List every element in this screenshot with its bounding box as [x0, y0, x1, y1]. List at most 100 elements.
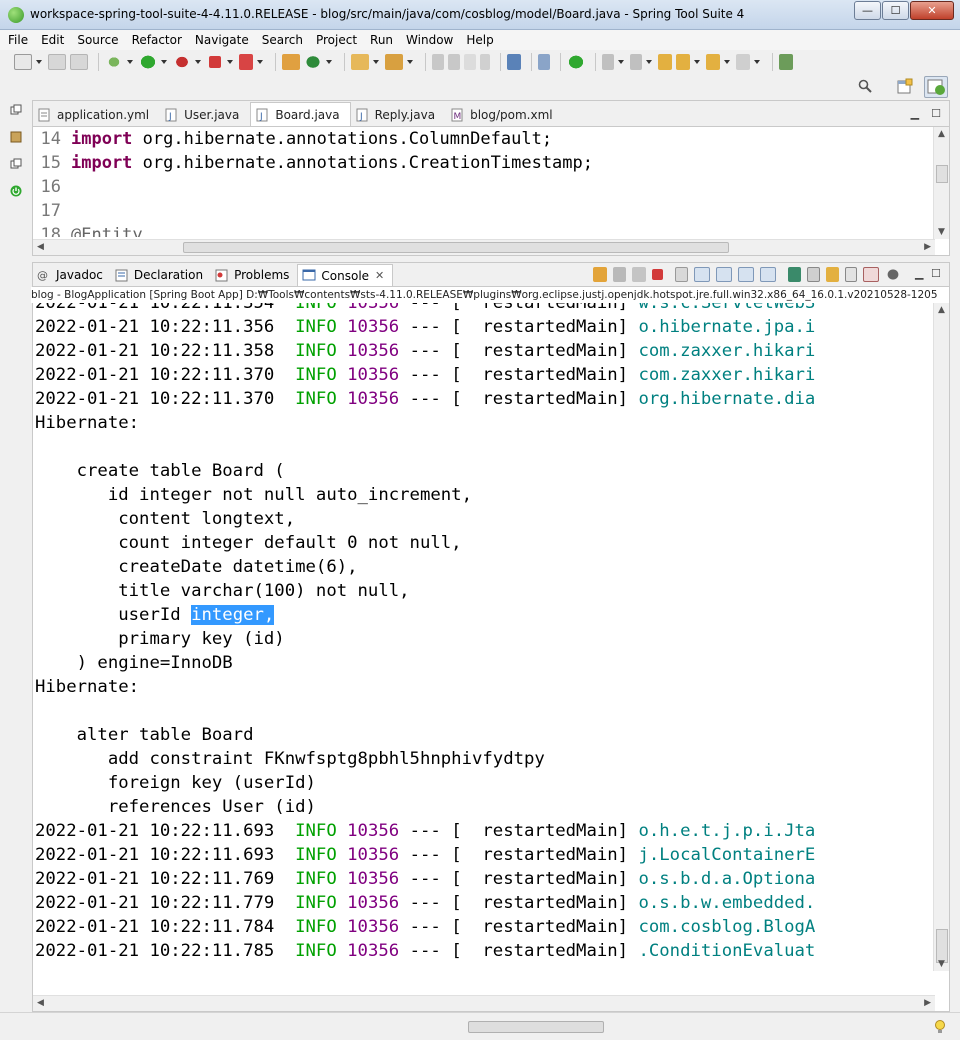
tab-declaration[interactable]: Declaration [111, 264, 211, 286]
debug-gear-icon[interactable] [105, 54, 123, 70]
minimize-icon[interactable]: ▁ [911, 107, 919, 120]
menu-item-window[interactable]: Window [406, 33, 453, 47]
open-folder-icon[interactable] [351, 54, 369, 70]
back-dropdown-icon[interactable] [724, 54, 730, 70]
pin-icon[interactable] [432, 54, 444, 70]
package-explorer-icon[interactable] [10, 131, 22, 143]
editor-horizontal-scrollbar[interactable]: ◀ ▶ [33, 239, 935, 255]
maximize-icon[interactable]: ☐ [931, 267, 941, 282]
word-wrap-icon[interactable] [716, 267, 732, 282]
pilcrow-icon[interactable] [480, 54, 490, 70]
scroll-right-icon[interactable]: ▶ [924, 242, 931, 252]
tab-javadoc[interactable]: @ Javadoc [33, 264, 111, 286]
last-edit-icon[interactable] [658, 54, 672, 70]
scroll-down-icon[interactable]: ▼ [938, 959, 945, 969]
forward-arrow-icon[interactable] [736, 54, 750, 70]
close-button[interactable]: ✕ [910, 1, 954, 20]
forward-edit-icon[interactable] [676, 54, 690, 70]
new-icon[interactable] [14, 54, 32, 70]
console-output[interactable]: 2022-01-21 10:22:11.354 INFO 10356 --- [… [33, 303, 949, 993]
scroll-thumb[interactable] [936, 165, 948, 183]
remove-all-terminated-icon[interactable] [632, 267, 646, 282]
menu-item-search[interactable]: Search [262, 33, 303, 47]
maximize-button[interactable]: ☐ [882, 1, 909, 20]
new-package-icon[interactable] [282, 54, 300, 70]
run-icon[interactable] [139, 54, 157, 70]
menu-item-project[interactable]: Project [316, 33, 357, 47]
relaunch-icon[interactable] [239, 54, 253, 70]
scroll-left-icon[interactable]: ◀ [37, 242, 44, 252]
close-tab-icon[interactable]: ✕ [375, 269, 384, 282]
scroll-thumb[interactable] [183, 242, 729, 253]
open-dropdown-icon[interactable] [373, 54, 379, 70]
external-dropdown-icon[interactable] [195, 54, 201, 70]
prev-annotation-icon[interactable] [630, 54, 642, 70]
spring-perspective-button[interactable] [924, 76, 948, 98]
menu-item-refactor[interactable]: Refactor [132, 33, 182, 47]
run-external-icon[interactable] [173, 54, 191, 70]
tab-problems[interactable]: Problems [211, 264, 297, 286]
open-perspective-icon[interactable] [779, 54, 793, 70]
new-console-icon[interactable] [826, 267, 839, 282]
progress-area[interactable] [468, 1021, 604, 1033]
open-perspective-icon[interactable] [896, 78, 914, 96]
forward-dropdown-icon[interactable] [754, 54, 760, 70]
mark-occurrences-icon[interactable] [538, 54, 550, 70]
boot-dashboard-icon[interactable] [567, 54, 585, 70]
scroll-down-icon[interactable]: ▼ [938, 227, 945, 237]
run-dropdown-icon[interactable] [161, 54, 167, 70]
menu-item-navigate[interactable]: Navigate [195, 33, 249, 47]
tab-board-java[interactable]: J Board.java [250, 102, 351, 126]
link-icon[interactable] [593, 267, 607, 282]
scroll-left-icon[interactable]: ◀ [37, 998, 44, 1008]
maximize-icon[interactable]: ☐ [931, 107, 941, 120]
stop-icon[interactable] [209, 56, 221, 68]
new-class-dropdown-icon[interactable] [326, 54, 332, 70]
console-icon[interactable] [507, 54, 521, 70]
tab-reply-java[interactable]: J Reply.java [351, 104, 446, 126]
new-dropdown-icon[interactable] [36, 54, 42, 70]
pencil-icon[interactable] [385, 54, 403, 70]
menu-item-file[interactable]: File [8, 33, 28, 47]
new-class-icon[interactable] [304, 54, 322, 70]
editor-vertical-scrollbar[interactable]: ▲ ▼ [933, 127, 949, 239]
menu-item-source[interactable]: Source [77, 33, 118, 47]
scroll-thumb[interactable] [936, 929, 948, 963]
code-editor[interactable]: 14 import org.hibernate.annotations.Colum… [33, 127, 949, 237]
menu-item-run[interactable]: Run [370, 33, 393, 47]
tab-application-yml[interactable]: application.yml [33, 104, 160, 126]
gear-icon[interactable] [885, 267, 901, 282]
show-on-error-icon[interactable] [760, 267, 776, 282]
console-vertical-scrollbar[interactable]: ▲ ▼ [933, 303, 949, 971]
console-horizontal-scrollbar[interactable]: ◀ ▶ [33, 995, 935, 1011]
quill-icon[interactable] [448, 54, 460, 70]
menu-item-edit[interactable]: Edit [41, 33, 64, 47]
minimize-icon[interactable]: ▁ [915, 267, 925, 282]
pin-console-icon[interactable] [788, 267, 801, 282]
scroll-up-icon[interactable]: ▲ [938, 129, 945, 139]
scroll-right-icon[interactable]: ▶ [924, 998, 931, 1008]
stop-dropdown-icon[interactable] [227, 54, 233, 70]
restore-icon[interactable] [10, 158, 22, 170]
next-annotation-icon[interactable] [602, 54, 614, 70]
display-console-icon[interactable] [807, 267, 820, 282]
boot-dashboard-icon[interactable] [10, 185, 22, 197]
save-all-icon[interactable] [70, 54, 88, 70]
stop-icon[interactable] [652, 269, 663, 280]
minimize-button[interactable]: — [854, 1, 881, 20]
prev-annotation-dropdown-icon[interactable] [646, 54, 652, 70]
next-annotation-dropdown-icon[interactable] [618, 54, 624, 70]
menu-item-help[interactable]: Help [466, 33, 493, 47]
copy-icon[interactable] [845, 267, 857, 282]
relaunch-dropdown-icon[interactable] [257, 54, 263, 70]
scroll-up-icon[interactable]: ▲ [938, 305, 945, 315]
back-arrow-icon[interactable] [706, 54, 720, 70]
clear-console-icon[interactable] [675, 267, 688, 282]
terminate-icon[interactable] [613, 267, 626, 282]
scroll-lock-icon[interactable] [694, 267, 710, 282]
search-icon[interactable] [858, 79, 872, 93]
tab-user-java[interactable]: J User.java [160, 104, 250, 126]
tab-console[interactable]: Console ✕ [297, 264, 394, 286]
pencil-dropdown-icon[interactable] [407, 54, 413, 70]
lightbulb-icon[interactable] [934, 1019, 946, 1035]
